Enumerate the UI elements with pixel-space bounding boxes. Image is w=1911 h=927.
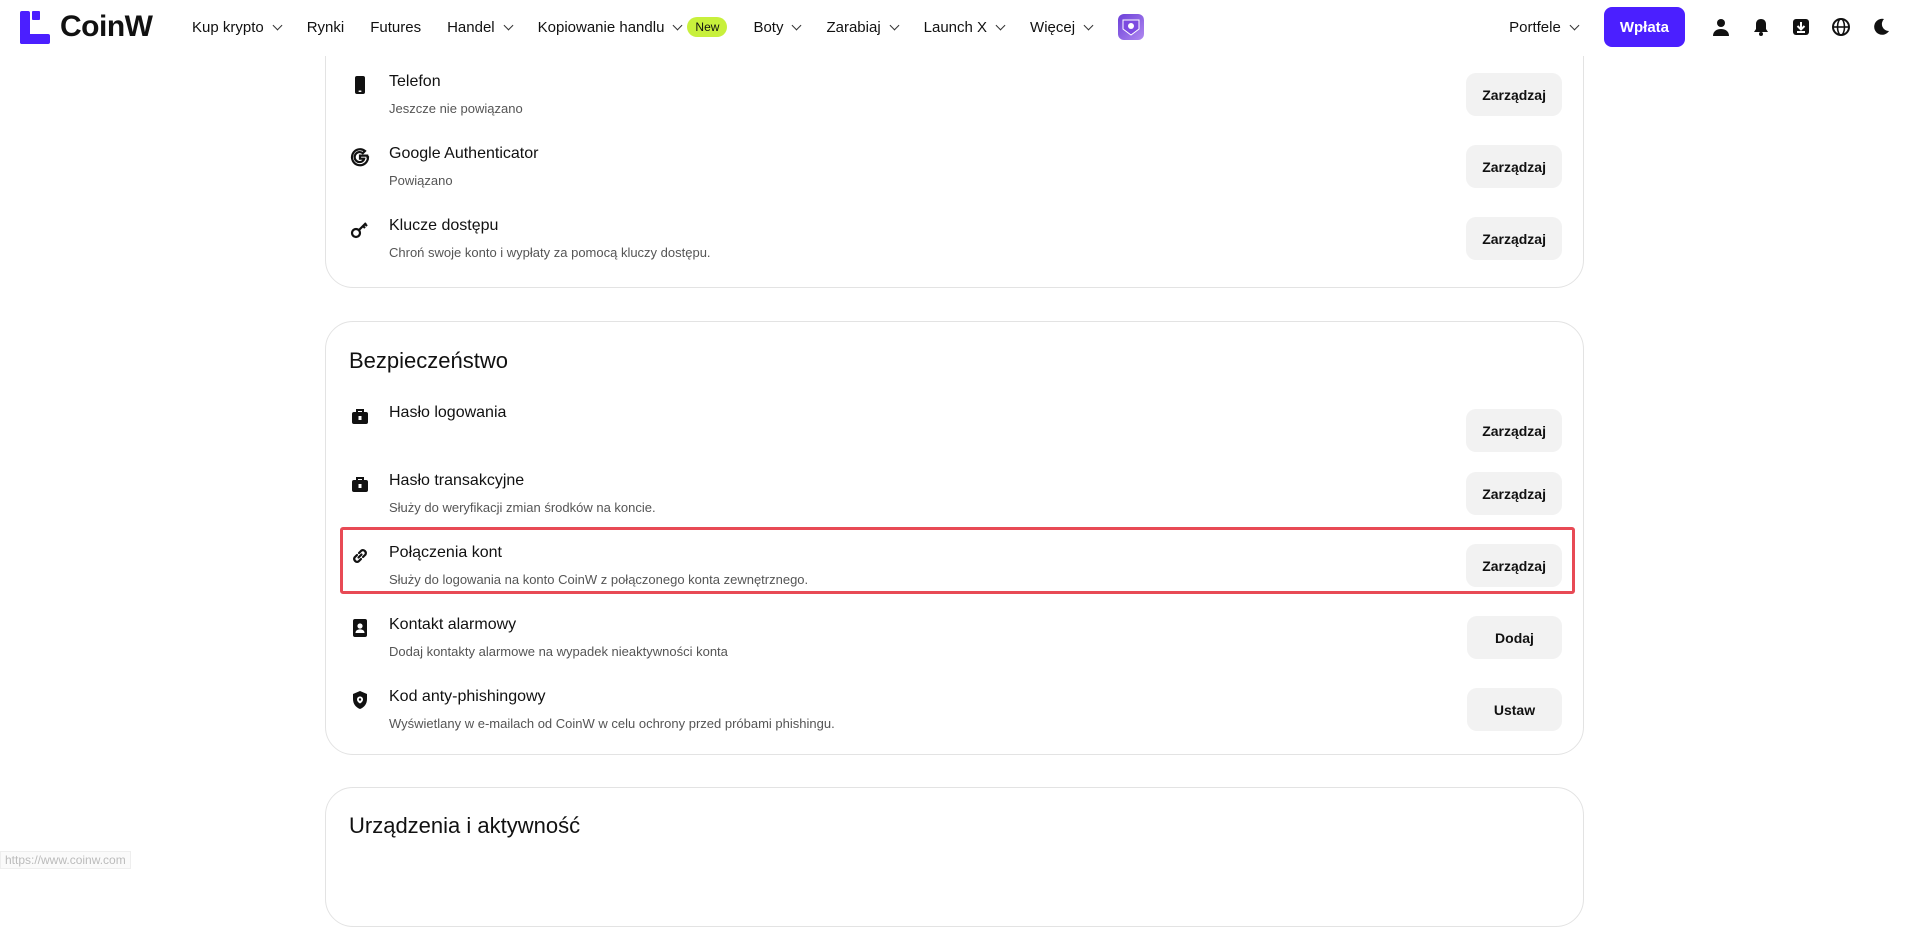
dark-mode-moon-icon[interactable] [1871, 17, 1891, 37]
lock-briefcase-icon [350, 474, 370, 494]
contact-book-icon [350, 618, 370, 638]
manage-account-connections-button[interactable]: Zarządzaj [1466, 544, 1562, 587]
nav-item-launch-x[interactable]: Launch X [923, 18, 1006, 36]
user-icon[interactable] [1711, 17, 1731, 37]
nav-item-futures[interactable]: Futures [370, 19, 421, 36]
settings-row-anti-phishing-code: Kod anty-phishingowy Wyświetlany w e-mai… [341, 678, 1572, 742]
row-title: Hasło logowania [389, 404, 507, 421]
coinw-logo[interactable]: CoinW [20, 10, 153, 44]
nav-item-zarabiaj[interactable]: Zarabiaj [826, 18, 900, 36]
chevron-down-icon [995, 20, 1006, 30]
manage-passkeys-button[interactable]: Zarządzaj [1466, 217, 1562, 260]
row-description: Służy do logowania na konto CoinW z połą… [389, 572, 809, 587]
nav-item-kopiowanie-handlu[interactable]: Kopiowanie handlu New [538, 17, 728, 37]
deposit-button[interactable]: Wpłata [1603, 7, 1685, 47]
nav-right: Portfele Wpłata [1509, 0, 1911, 54]
nav-item-rynki[interactable]: Rynki [307, 19, 345, 36]
chevron-down-icon [672, 20, 683, 30]
nav-item-label: Więcej [1030, 18, 1076, 36]
settings-row-passkeys: Klucze dostępu Chroń swoje konto i wypła… [341, 207, 1572, 271]
nav-item-label: Kopiowanie handlu [537, 18, 665, 36]
row-description: Służy do weryfikacji zmian środków na ko… [389, 500, 656, 515]
row-title: Hasło transakcyjne [389, 472, 525, 489]
row-title: Klucze dostępu [389, 217, 499, 234]
chevron-down-icon [503, 20, 514, 30]
top-navigation: CoinW Kup krypto Rynki Futures Handel Ko… [0, 0, 1911, 56]
row-title: Kod anty-phishingowy [389, 688, 546, 705]
wallets-menu[interactable]: Portfele [1509, 18, 1580, 36]
settings-row-google-authenticator: Google Authenticator Powiązano Zarządzaj [341, 135, 1572, 199]
download-icon[interactable] [1791, 17, 1811, 37]
settings-row-account-connections: Połączenia kont Służy do logowania na ko… [341, 534, 1572, 598]
chevron-down-icon [792, 20, 802, 30]
row-description: Jeszcze nie powiązano [389, 101, 523, 116]
nav-item-handel[interactable]: Handel [447, 18, 514, 36]
bell-icon[interactable] [1751, 17, 1771, 37]
nav-item-label: Zarabiaj [826, 18, 881, 36]
settings-row-phone: Telefon Jeszcze nie powiązano Zarządzaj [341, 63, 1572, 127]
lock-briefcase-icon [350, 406, 370, 426]
nav-item-label: Launch X [923, 18, 988, 36]
nav-item-label: Kup krypto [192, 18, 264, 36]
nav-item-label: Boty [753, 18, 784, 36]
manage-google-authenticator-button[interactable]: Zarządzaj [1466, 145, 1562, 188]
shield-icon [350, 690, 370, 710]
devices-section-title: Urządzenia i aktywność [349, 813, 581, 838]
row-description: Dodaj kontakty alarmowe na wypadek nieak… [389, 644, 728, 659]
chevron-down-icon [889, 20, 900, 30]
row-description: Chroń swoje konto i wypłaty za pomocą kl… [389, 245, 711, 260]
globe-icon[interactable] [1831, 17, 1851, 37]
settings-row-emergency-contact: Kontakt alarmowy Dodaj kontakty alarmowe… [341, 606, 1572, 670]
chevron-down-icon [1569, 20, 1580, 30]
logo-text: CoinW [60, 10, 153, 43]
settings-row-login-password: Hasło logowania Zarządzaj [341, 394, 1572, 458]
security-section-title: Bezpieczeństwo [349, 348, 508, 373]
google-icon [350, 147, 370, 167]
manage-phone-button[interactable]: Zarządzaj [1466, 73, 1562, 116]
phone-icon [350, 75, 370, 95]
nav-item-label: Handel [447, 18, 495, 36]
security-card: Bezpieczeństwo Hasło logowania Zarządzaj… [325, 321, 1584, 755]
coinw-logo-mark-icon [20, 10, 50, 44]
chevron-down-icon [1083, 20, 1094, 30]
nav-item-boty[interactable]: Boty [753, 18, 802, 36]
key-icon [350, 219, 370, 239]
row-title: Kontakt alarmowy [389, 616, 517, 633]
nav-menu: Kup krypto Rynki Futures Handel Kopiowan… [192, 0, 1145, 54]
promo-event-icon[interactable] [1118, 14, 1145, 40]
add-emergency-contact-button[interactable]: Dodaj [1467, 616, 1562, 659]
row-title: Google Authenticator [389, 145, 539, 162]
row-description: Wyświetlany w e-mailach od CoinW w celu … [389, 716, 835, 731]
nav-item-label: Futures [370, 18, 422, 36]
nav-item-kup-krypto[interactable]: Kup krypto [192, 18, 283, 36]
row-title: Połączenia kont [389, 544, 502, 561]
wallets-label: Portfele [1509, 18, 1561, 36]
chevron-down-icon [272, 20, 283, 30]
status-bar-url: https://www.coinw.com [0, 851, 131, 869]
manage-transaction-password-button[interactable]: Zarządzaj [1466, 472, 1562, 515]
set-anti-phishing-code-button[interactable]: Ustaw [1467, 688, 1562, 731]
row-description: Powiązano [389, 173, 453, 188]
new-badge: New [687, 17, 728, 37]
manage-login-password-button[interactable]: Zarządzaj [1466, 409, 1562, 452]
nav-item-wiecej[interactable]: Więcej [1030, 18, 1094, 36]
nav-item-label: Rynki [306, 18, 345, 36]
link-icon [350, 546, 370, 566]
settings-row-transaction-password: Hasło transakcyjne Służy do weryfikacji … [341, 462, 1572, 526]
devices-activity-card: Urządzenia i aktywność [325, 787, 1584, 927]
row-title: Telefon [389, 73, 441, 90]
